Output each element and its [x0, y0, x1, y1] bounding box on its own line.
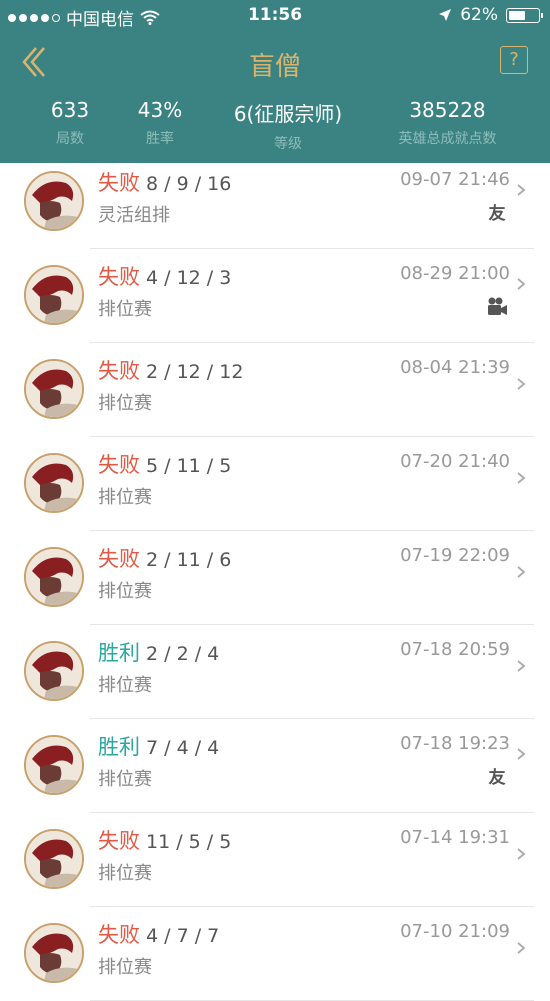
match-row[interactable]: 失败 4 / 7 / 7 排位赛 07-10 21:09 — [0, 907, 550, 1001]
stat-hero-points: 385228 英雄总成就点数 — [398, 98, 497, 147]
page-title: 盲僧 — [248, 52, 301, 82]
match-result: 失败 2 / 12 / 12 — [98, 355, 243, 385]
hero-avatar — [24, 265, 84, 325]
location-arrow-icon — [439, 9, 452, 21]
result-label: 失败 — [98, 923, 140, 947]
chevron-right-icon — [517, 748, 526, 760]
game-mode: 排位赛 — [98, 863, 152, 884]
video-icon — [488, 297, 507, 315]
chevron-right-icon — [517, 566, 526, 578]
match-row[interactable]: 失败 5 / 11 / 5 排位赛 07-20 21:40 — [0, 437, 550, 531]
hero-avatar — [24, 641, 84, 701]
match-time: 08-29 21:00 — [400, 263, 510, 284]
match-result: 胜利 2 / 2 / 4 — [98, 637, 219, 667]
match-row[interactable]: 失败 2 / 11 / 6 排位赛 07-19 22:09 — [0, 531, 550, 625]
chevron-right-icon — [517, 472, 526, 484]
result-label: 失败 — [98, 453, 140, 477]
match-result: 失败 4 / 7 / 7 — [98, 919, 219, 949]
result-label: 胜利 — [98, 641, 140, 665]
kda-score: 4 / 7 / 7 — [146, 925, 220, 947]
match-time: 07-18 20:59 — [400, 639, 510, 660]
match-row[interactable]: 失败 2 / 12 / 12 排位赛 08-04 21:39 — [0, 343, 550, 437]
hero-avatar — [24, 923, 84, 983]
kda-score: 2 / 12 / 12 — [146, 361, 244, 383]
kda-score: 7 / 4 / 4 — [146, 737, 220, 759]
game-mode: 排位赛 — [98, 393, 152, 414]
game-mode: 排位赛 — [98, 299, 152, 320]
kda-score: 5 / 11 / 5 — [146, 455, 232, 477]
hero-avatar — [24, 453, 84, 513]
game-mode: 排位赛 — [98, 769, 152, 790]
hero-avatar — [24, 547, 84, 607]
stat-games: 633 局数 — [50, 98, 90, 147]
game-mode: 排位赛 — [98, 675, 152, 696]
status-bar: 中国电信 11:56 62% — [0, 0, 550, 32]
match-result: 失败 11 / 5 / 5 — [98, 825, 231, 855]
match-result: 失败 2 / 11 / 6 — [98, 543, 231, 573]
hero-avatar — [24, 829, 84, 889]
result-label: 失败 — [98, 547, 140, 571]
match-result: 胜利 7 / 4 / 4 — [98, 731, 219, 761]
friend-icon: 友 — [488, 204, 506, 224]
result-label: 胜利 — [98, 735, 140, 759]
chevron-right-icon — [517, 184, 526, 196]
match-result: 失败 4 / 12 / 3 — [98, 261, 231, 291]
nav-bar: 盲僧 ? — [0, 32, 550, 92]
result-label: 失败 — [98, 171, 140, 195]
hero-avatar — [24, 171, 84, 231]
result-label: 失败 — [98, 359, 140, 383]
kda-score: 2 / 2 / 4 — [146, 643, 220, 665]
match-row[interactable]: 失败 4 / 12 / 3 排位赛 08-29 21:00 — [0, 249, 550, 343]
chevron-right-icon — [517, 942, 526, 954]
hero-avatar — [24, 359, 84, 419]
result-label: 失败 — [98, 265, 140, 289]
match-time: 07-10 21:09 — [400, 921, 510, 942]
match-time: 07-14 19:31 — [400, 827, 510, 848]
battery-percent: 62% — [460, 5, 498, 25]
chevron-right-icon — [517, 660, 526, 672]
match-result: 失败 8 / 9 / 16 — [98, 167, 231, 197]
match-result: 失败 5 / 11 / 5 — [98, 449, 231, 479]
kda-score: 4 / 12 / 3 — [146, 267, 232, 289]
chevron-right-icon — [517, 378, 526, 390]
stat-win-rate: 43% 胜率 — [137, 98, 183, 147]
match-time: 09-07 21:46 — [400, 169, 510, 190]
result-label: 失败 — [98, 829, 140, 853]
header: 中国电信 11:56 62% 盲僧 ? 633 局数 43% 胜率 6(征服宗师… — [0, 0, 550, 163]
friend-icon: 友 — [488, 768, 506, 788]
game-mode: 灵活组排 — [98, 205, 170, 226]
match-row[interactable]: 胜利 2 / 2 / 4 排位赛 07-18 20:59 — [0, 625, 550, 719]
chevron-right-icon — [517, 848, 526, 860]
chevron-right-icon — [517, 278, 526, 290]
stats-summary: 633 局数 43% 胜率 6(征服宗师) 等级 385228 英雄总成就点数 — [0, 98, 550, 158]
match-time: 07-20 21:40 — [400, 451, 510, 472]
match-row[interactable]: 失败 8 / 9 / 16 灵活组排 09-07 21:46 友 — [0, 155, 550, 249]
game-mode: 排位赛 — [98, 487, 152, 508]
match-time: 08-04 21:39 — [400, 357, 510, 378]
kda-score: 2 / 11 / 6 — [146, 549, 232, 571]
game-mode: 排位赛 — [98, 581, 152, 602]
battery-icon — [506, 7, 543, 23]
kda-score: 8 / 9 / 16 — [146, 173, 232, 195]
kda-score: 11 / 5 / 5 — [146, 831, 232, 853]
match-row[interactable]: 胜利 7 / 4 / 4 排位赛 07-18 19:23 友 — [0, 719, 550, 813]
game-mode: 排位赛 — [98, 957, 152, 978]
match-time: 07-18 19:23 — [400, 733, 510, 754]
hero-avatar — [24, 735, 84, 795]
match-time: 07-19 22:09 — [400, 545, 510, 566]
match-row[interactable]: 失败 11 / 5 / 5 排位赛 07-14 19:31 — [0, 813, 550, 907]
stat-level: 6(征服宗师) 等级 — [233, 102, 343, 152]
help-button[interactable]: ? — [500, 46, 528, 74]
